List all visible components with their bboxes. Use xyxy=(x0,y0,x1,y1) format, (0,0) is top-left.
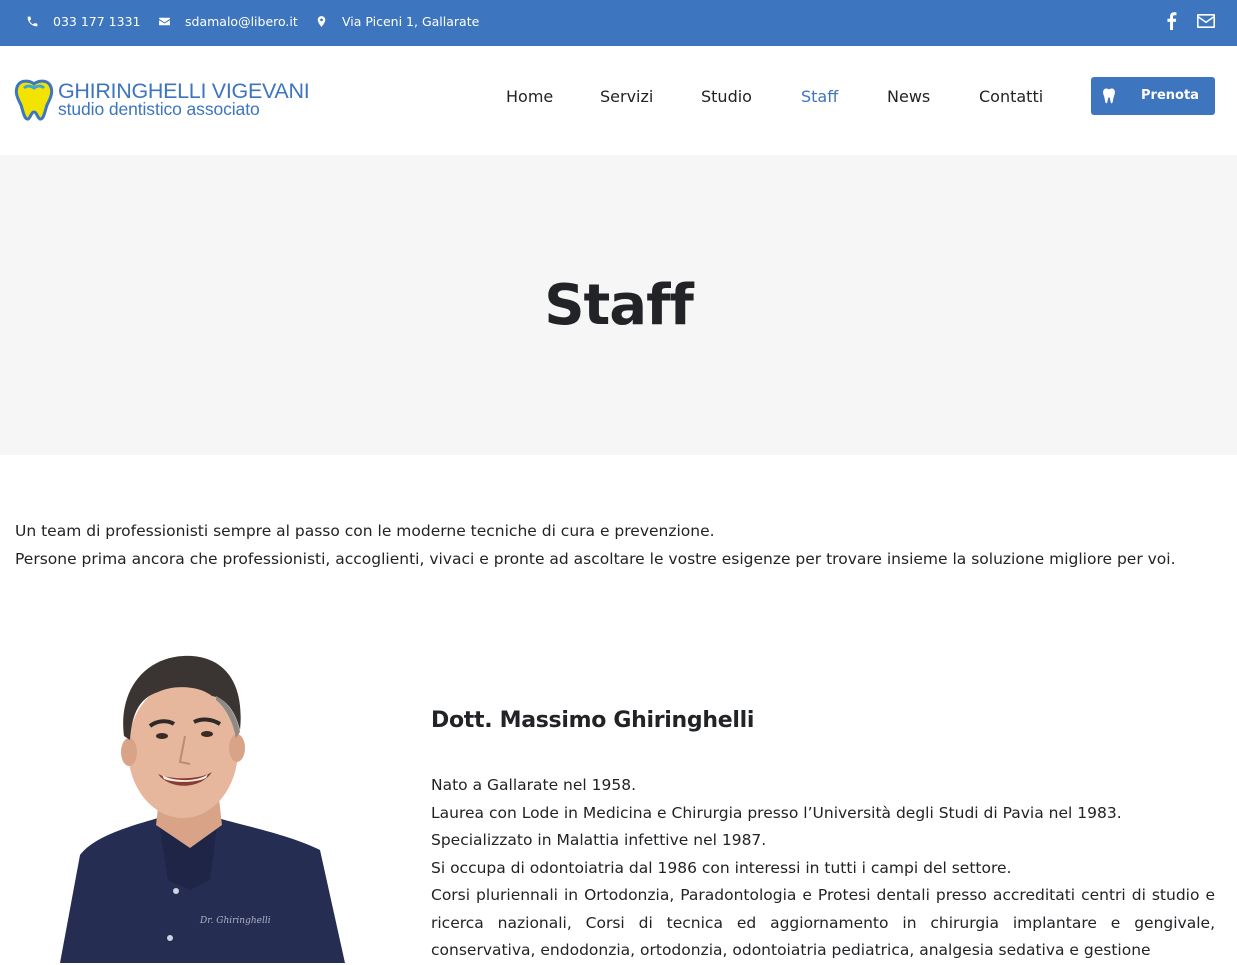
main-header: GHIRINGHELLI VIGEVANI studio dentistico … xyxy=(0,46,1237,155)
phone-icon xyxy=(27,16,38,26)
email-icon[interactable] xyxy=(1196,10,1216,32)
nav-item-home[interactable]: Home xyxy=(506,87,553,106)
map-pin-icon xyxy=(317,15,326,27)
facebook-icon[interactable] xyxy=(1161,10,1181,32)
nav-item-contatti[interactable]: Contatti xyxy=(979,87,1043,106)
email-text: sdamalo@libero.it xyxy=(185,13,298,29)
staff-name: Dott. Massimo Ghiringhelli xyxy=(431,708,755,733)
nav-item-news[interactable]: News xyxy=(887,87,930,106)
nav-item-staff[interactable]: Staff xyxy=(801,87,838,106)
envelope-icon xyxy=(159,17,170,25)
address-contact[interactable]: Via Piceni 1, Gallarate xyxy=(315,0,479,42)
top-bar: 033 177 1331 sdamalo@libero.it Via Picen… xyxy=(0,0,1237,46)
page-title: Staff xyxy=(544,273,694,338)
page-title-bar: Staff xyxy=(0,155,1237,455)
bio-line: Si occupa di odontoiatria dal 1986 con i… xyxy=(431,858,1012,877)
nav-item-servizi[interactable]: Servizi xyxy=(600,87,653,106)
svg-text:Dr. Ghiringhelli: Dr. Ghiringhelli xyxy=(199,916,271,926)
address-text: Via Piceni 1, Gallarate xyxy=(342,13,480,29)
nav-item-studio[interactable]: Studio xyxy=(701,87,752,106)
intro-line: Un team di professionisti sempre al pass… xyxy=(15,522,715,540)
staff-member: Dott. Massimo Ghiringhelli Nato a Gallar… xyxy=(431,708,1215,959)
logo-subtitle: studio dentistico associato xyxy=(58,99,260,119)
bio-line: Laurea con Lode in Medicina e Chirurgia … xyxy=(431,803,1122,822)
intro-text: Un team di professionisti sempre al pass… xyxy=(15,517,1225,573)
site-logo[interactable]: GHIRINGHELLI VIGEVANI studio dentistico … xyxy=(14,79,310,124)
staff-bio: Nato a Gallarate nel 1958. Laurea con Lo… xyxy=(431,772,1215,965)
staff-photo: Dr. Ghiringhelli xyxy=(40,640,380,963)
bio-line: Specializzato in Malattia infettive nel … xyxy=(431,831,767,849)
prenota-label: Prenota xyxy=(1141,88,1199,103)
phone-contact[interactable]: 033 177 1331 xyxy=(26,0,140,42)
intro-line: Persone prima ancora che professionisti,… xyxy=(15,550,1176,568)
email-contact[interactable]: sdamalo@libero.it xyxy=(158,0,298,42)
bio-line: Nato a Gallarate nel 1958. xyxy=(431,776,637,794)
prenota-button[interactable]: Prenota xyxy=(1091,77,1215,115)
tooth-icon xyxy=(1103,88,1115,104)
phone-text: 033 177 1331 xyxy=(53,13,141,29)
bio-paragraph: Corsi pluriennali in Ortodonzia, Paradon… xyxy=(431,886,1215,959)
tooth-logo-icon xyxy=(14,79,54,121)
